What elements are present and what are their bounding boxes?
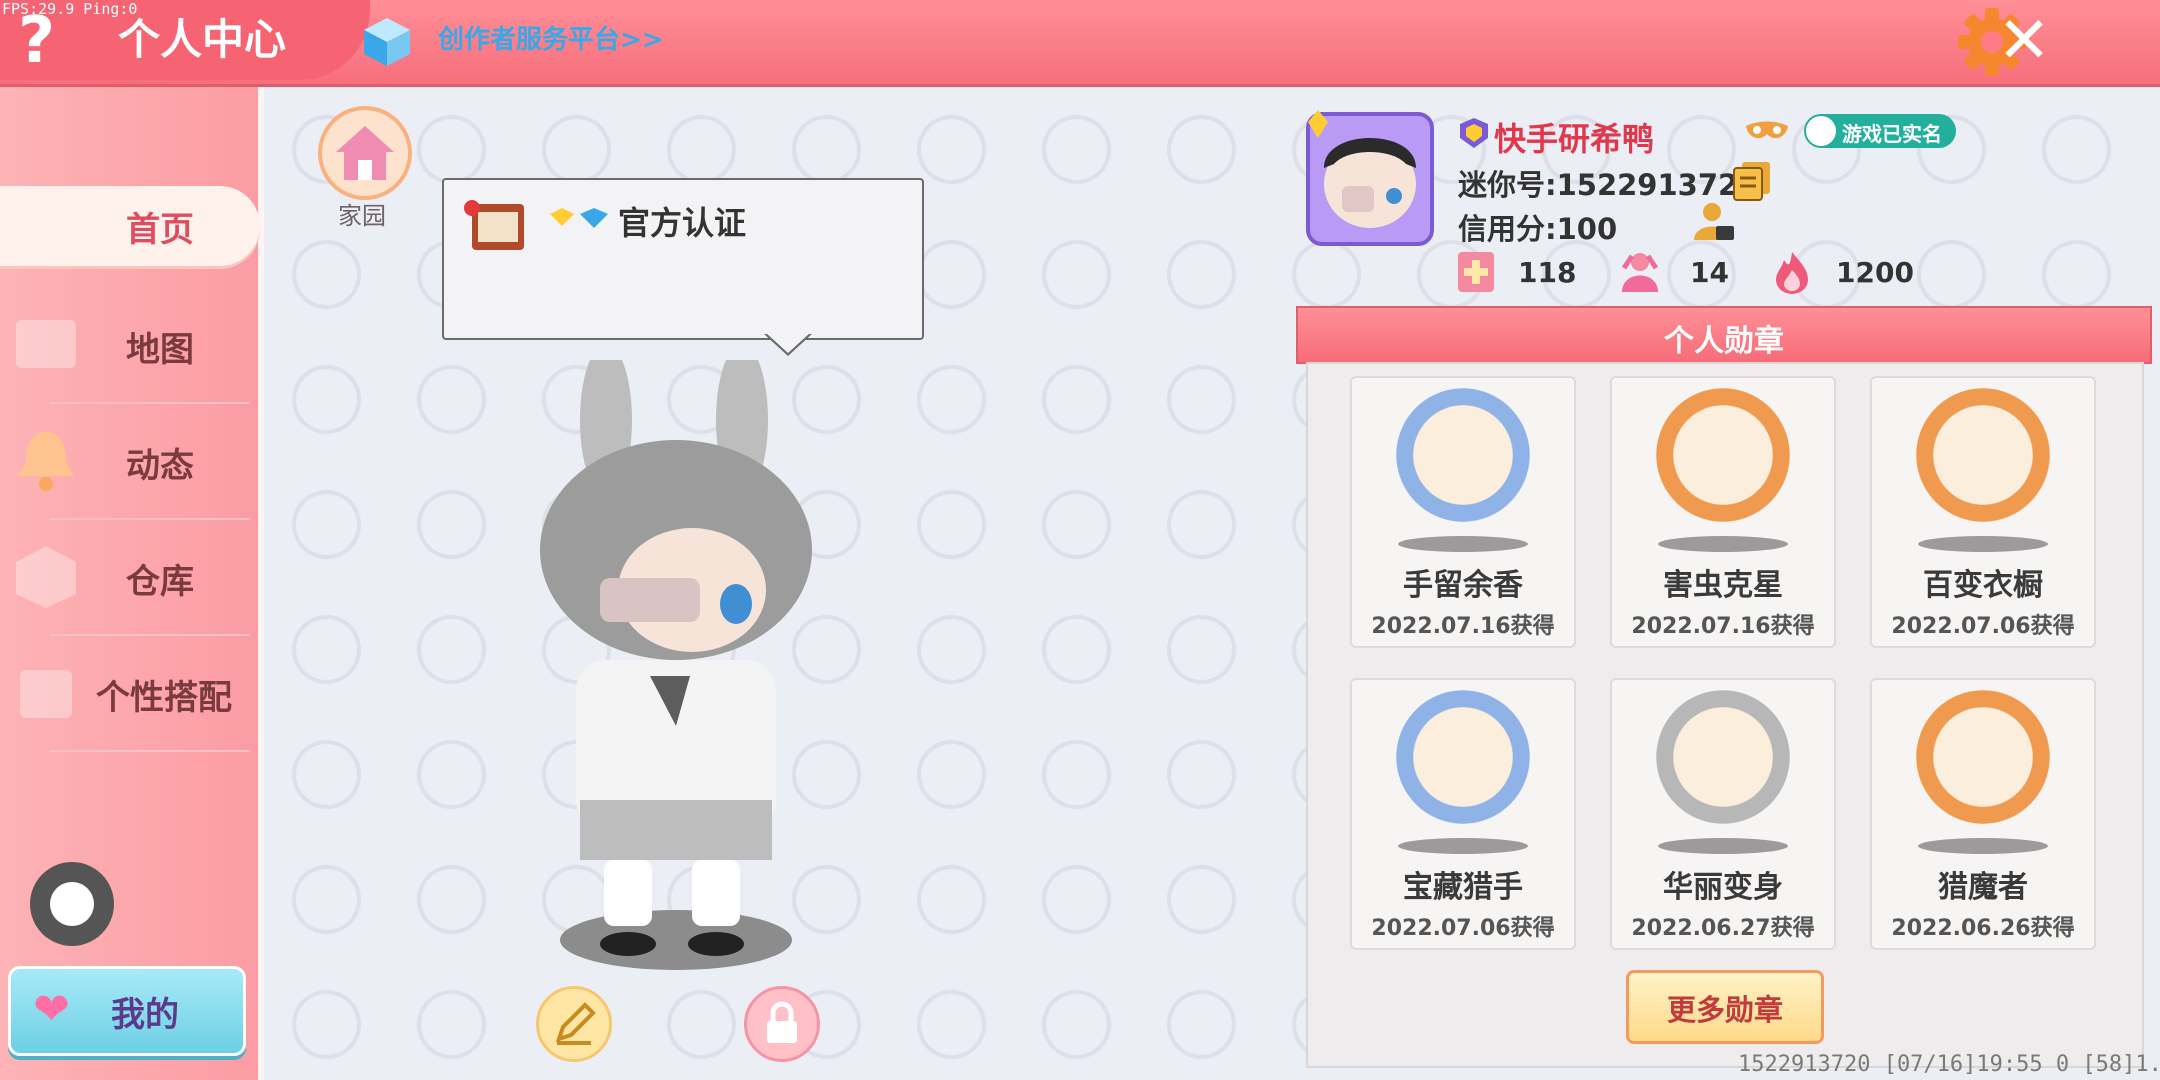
fans-icon [1621, 253, 1659, 292]
copy-icon[interactable] [1732, 160, 1772, 202]
profile-avatar[interactable] [1302, 108, 1438, 250]
medal-card[interactable]: 百变衣橱 2022.07.06获得 [1870, 376, 2096, 648]
medal-name: 华丽变身 [1663, 870, 1783, 905]
likes-count: 118 [1518, 256, 1577, 289]
outfit-icon [20, 670, 72, 718]
medal-disc-pest-buster-icon [1656, 388, 1790, 522]
fans-count: 14 [1690, 256, 1729, 289]
medal-date: 2022.06.27获得 [1631, 916, 1815, 941]
medal-name: 宝藏猎手 [1403, 870, 1523, 905]
vip-badge-icon [1460, 118, 1488, 148]
question-icon[interactable]: ? [18, 6, 55, 76]
medal-name: 害虫克星 [1663, 568, 1783, 603]
medal-disc-hand-fragrance-icon [1396, 388, 1530, 522]
emoji-box-icon [464, 200, 524, 250]
medal-disc-wardrobe-icon [1916, 388, 2050, 522]
medal-header: 个人勋章 [1296, 306, 2152, 364]
medal-name: 百变衣橱 [1923, 568, 2043, 603]
medal-name: 手留余香 [1403, 568, 1523, 603]
medal-date: 2022.07.06获得 [1891, 614, 2075, 639]
edit-button[interactable] [536, 986, 612, 1062]
medal-date: 2022.07.16获得 [1631, 614, 1815, 639]
likes-icon [1458, 252, 1494, 292]
sidebar-item-outfit[interactable]: 个性搭配 [0, 636, 262, 752]
medal-card[interactable]: 宝藏猎手 2022.07.06获得 [1350, 678, 1576, 950]
medal-card[interactable]: 手留余香 2022.07.16获得 [1350, 376, 1576, 648]
lock-button[interactable] [744, 986, 820, 1062]
mine-label: 我的 [111, 995, 179, 1035]
sidebar-item-label: 动态 [126, 446, 194, 486]
creator-platform-link[interactable]: 创作者服务平台>> [438, 22, 664, 58]
realname-text: 游戏已实名 [1842, 122, 1942, 146]
sidebar-item-warehouse[interactable]: 仓库 [0, 520, 262, 636]
person-card-icon[interactable] [1690, 200, 1736, 244]
medal-disc-transformation-icon [1656, 690, 1790, 824]
pencil-icon [555, 1002, 596, 1045]
medal-disc-treasure-hunter-icon [1396, 690, 1530, 824]
nickname: 快手研希鸭 [1494, 120, 1655, 158]
more-medals-label: 更多勋章 [1666, 993, 1783, 1027]
home-garden-icon[interactable] [318, 106, 412, 200]
medal-shadow [1658, 838, 1788, 854]
player-avatar-figure[interactable] [480, 360, 860, 980]
medal-card[interactable]: 猎魔者 2022.06.26获得 [1870, 678, 2096, 950]
bubble-tail-fill [766, 333, 810, 353]
floating-joystick[interactable] [30, 862, 114, 946]
medal-name: 猎魔者 [1938, 870, 2028, 905]
credit-score: 信用分:100 [1458, 212, 1618, 246]
sidebar-item-label: 首页 [126, 210, 194, 250]
sidebar-item-label: 地图 [126, 330, 194, 370]
flame-icon [1776, 252, 1808, 294]
mini-id: 迷你号:1522913720 [1458, 168, 1759, 202]
medal-date: 2022.06.26获得 [1891, 916, 2075, 941]
sidebar-item-map[interactable]: 地图 [0, 288, 262, 404]
medal-shadow [1658, 536, 1788, 552]
medal-shadow [1398, 838, 1528, 854]
realname-verified-badge: 游戏已实名 [1804, 114, 1956, 148]
heart-icon: ❤ [33, 984, 70, 1035]
medal-card[interactable]: 华丽变身 2022.06.27获得 [1610, 678, 1836, 950]
sidebar-item-home[interactable]: 首页 [0, 178, 262, 268]
joystick-knob [50, 882, 94, 926]
sidebar-item-label: 仓库 [126, 562, 194, 602]
heat-count: 1200 [1836, 256, 1914, 289]
medal-card[interactable]: 害虫克星 2022.07.16获得 [1610, 376, 1836, 648]
user-verified-icon [1806, 116, 1836, 146]
medal-date: 2022.07.06获得 [1371, 916, 1555, 941]
footer-info: 1522913720 [07/16]19:55 0 [58]1.15.2 [1738, 1052, 2160, 1077]
medal-shadow [1918, 536, 2048, 552]
medal-shadow [1398, 536, 1528, 552]
sidebar-item-feed[interactable]: 动态 [0, 404, 262, 520]
mine-button[interactable]: ❤ 我的 [8, 966, 246, 1056]
official-badge-icon [550, 208, 608, 228]
lock-icon [767, 1001, 797, 1043]
house-icon [336, 126, 394, 180]
medal-disc-demon-hunter-icon [1916, 690, 2050, 824]
cube-icon[interactable] [362, 16, 412, 68]
divider [50, 750, 250, 752]
official-certification-text: 官方认证 [618, 204, 747, 242]
page-title: 个人中心 [118, 15, 287, 64]
sidebar-item-label: 个性搭配 [96, 678, 232, 718]
medal-shadow [1918, 838, 2048, 854]
home-garden-label: 家园 [338, 202, 386, 230]
mask-icon[interactable] [1744, 120, 1790, 144]
medal-header-title: 个人勋章 [1664, 324, 1784, 359]
medal-date: 2022.07.16获得 [1371, 614, 1555, 639]
more-medals-button[interactable]: 更多勋章 [1626, 970, 1824, 1044]
close-icon[interactable]: ✕ [1994, 8, 2054, 76]
